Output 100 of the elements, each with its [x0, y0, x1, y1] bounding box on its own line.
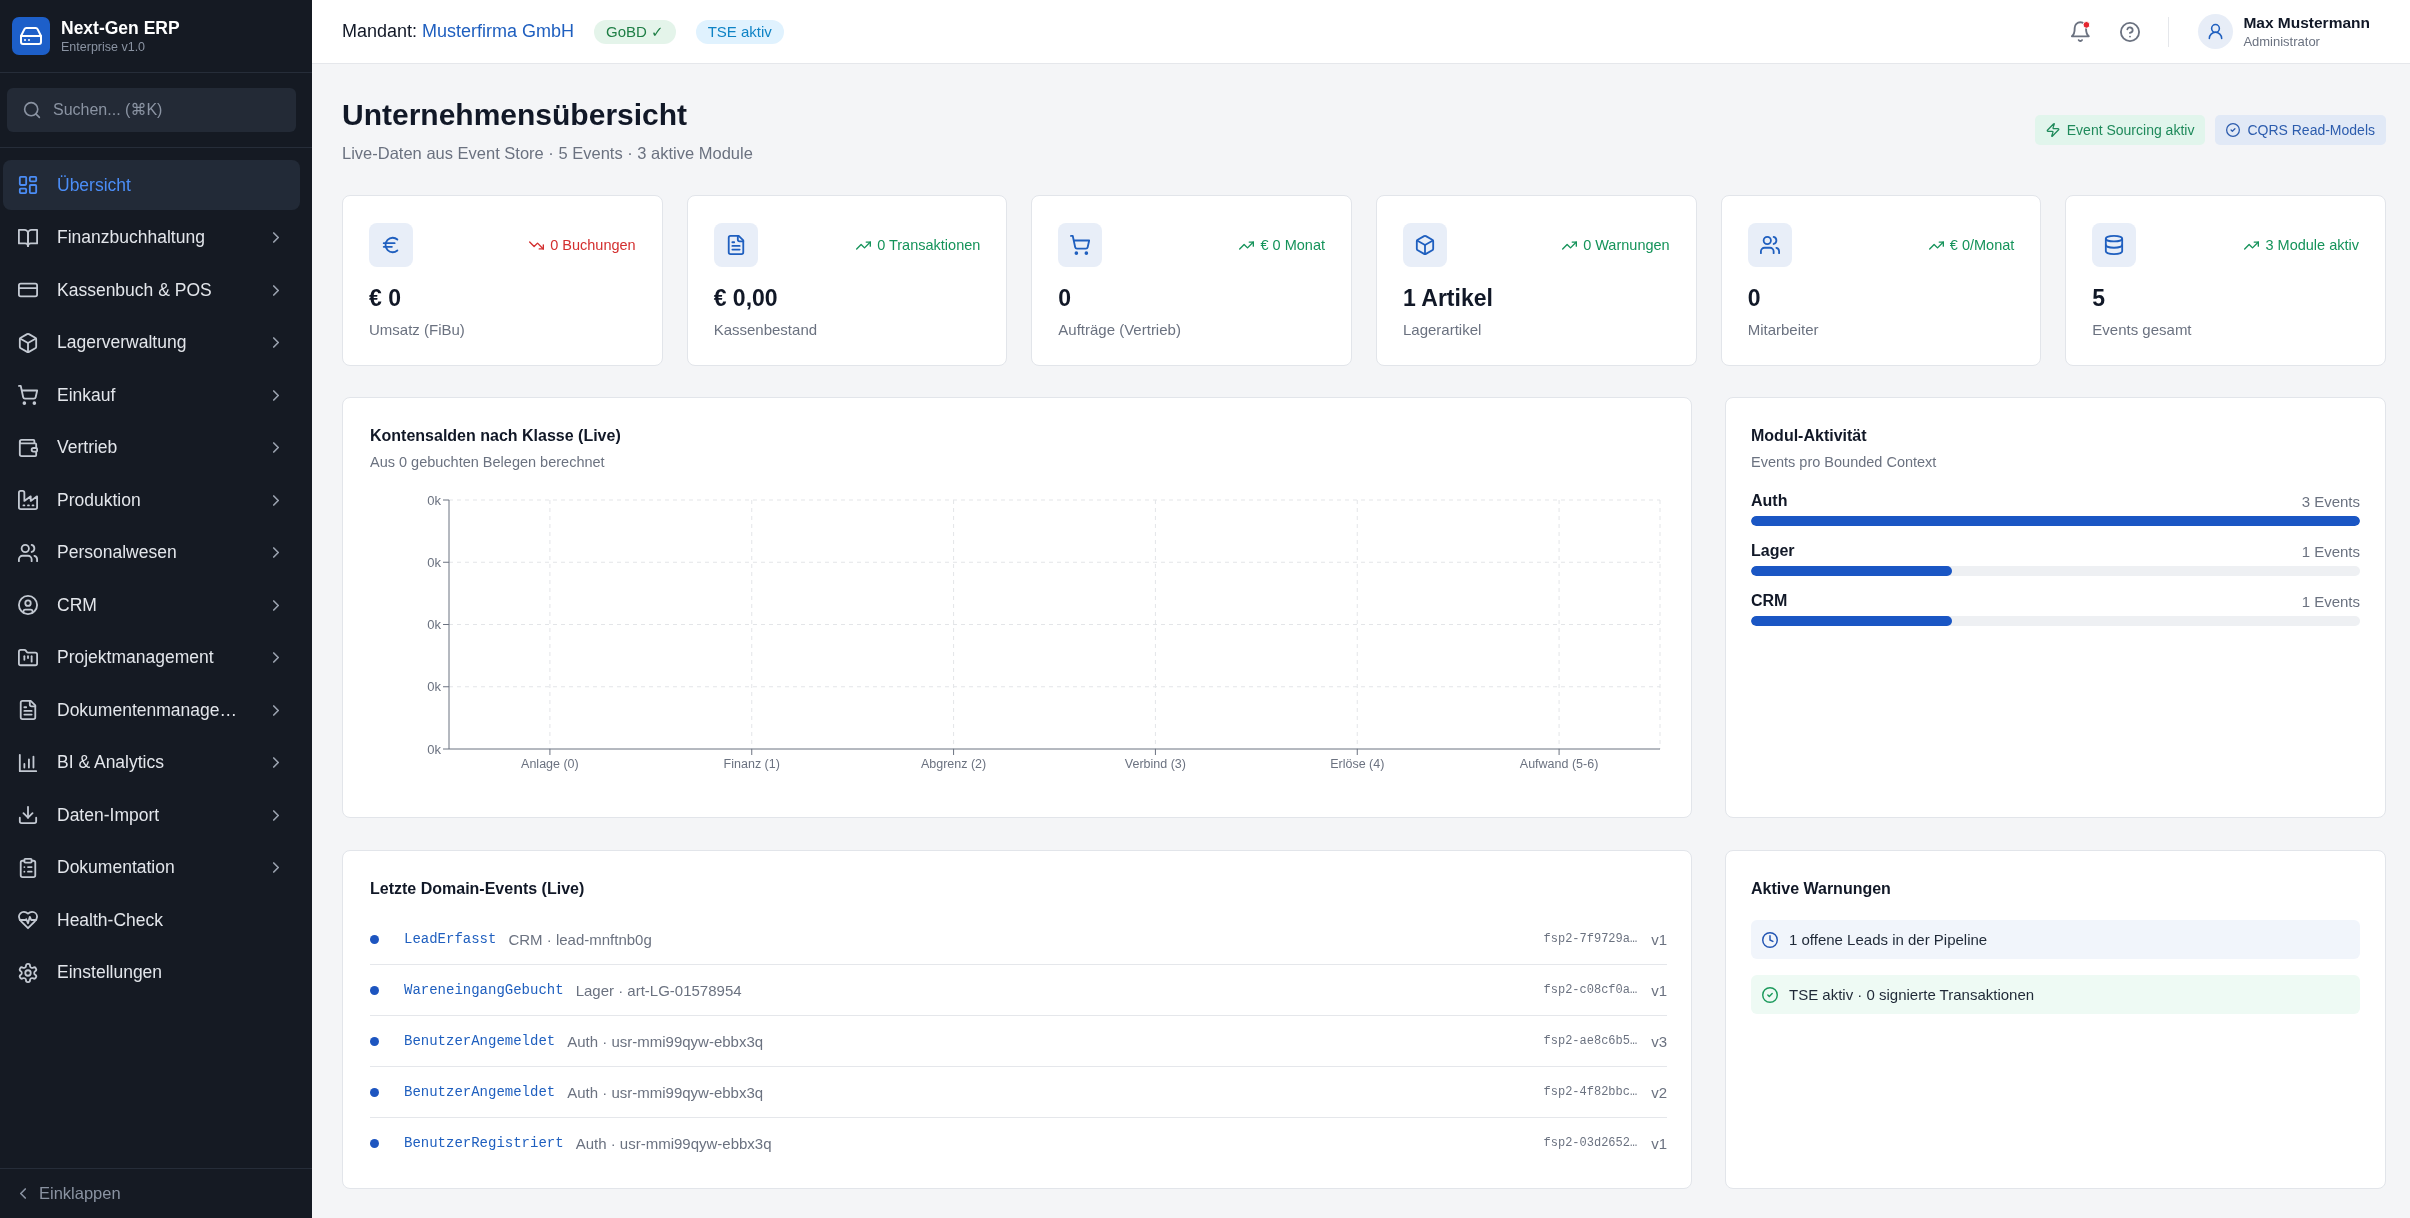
database-icon	[2092, 223, 2137, 267]
nav-item[interactable]: Vertrieb	[3, 422, 300, 473]
document-icon	[713, 223, 758, 267]
status-badge: TSE aktiv	[695, 19, 784, 44]
users-icon	[1747, 223, 1792, 267]
card-subtitle: Events pro Bounded Context	[1751, 453, 1938, 472]
bullet-icon	[370, 1036, 379, 1046]
x-tick-label: Finanz (1)	[723, 757, 780, 771]
nav-item[interactable]: Produktion	[3, 475, 300, 525]
y-tick-label: 0k	[427, 492, 441, 508]
event-version: v1	[1651, 981, 1667, 999]
y-tick-label: 0k	[427, 554, 441, 570]
nav-item[interactable]: Einkauf	[3, 370, 300, 420]
event-version: v1	[1651, 930, 1667, 948]
event-version: v2	[1651, 1083, 1667, 1101]
x-tick-label: Aufwand (5-6)	[1519, 757, 1599, 771]
event-count: 1 Events	[2301, 542, 2360, 560]
event-hash: fsp2-ae8c6b5…	[1543, 1034, 1638, 1048]
event-version: v3	[1651, 1032, 1667, 1050]
brand-name: Next-Gen ERP	[61, 16, 180, 39]
brand-edition: Enterprise v1.0	[61, 38, 147, 56]
stat-value: 0	[1058, 284, 1073, 313]
card-subtitle: Aus 0 gebuchten Belegen berechnet	[370, 453, 606, 472]
nav-item[interactable]: Dokumentenmanage…	[3, 685, 300, 735]
stat-label: Kassenbestand	[713, 320, 819, 340]
event-hash: fsp2-03d2652…	[1543, 1136, 1638, 1150]
clipboard-icon	[18, 857, 38, 878]
event-meta: Auth · usr-mmi99qyw-ebbx3q	[575, 1134, 772, 1152]
cart-icon	[18, 385, 38, 405]
y-tick-label: 0k	[427, 741, 441, 757]
event-count: 1 Events	[2301, 592, 2360, 610]
trend-text: 0 Warnungen	[1583, 237, 1670, 253]
nav-item[interactable]: Finanzbuchhaltung	[3, 212, 300, 263]
chevron-right-icon	[273, 599, 279, 611]
user-role: Administrator	[2243, 33, 2321, 50]
trend-text: 0 Transaktionen	[877, 237, 981, 253]
stat-value: € 0,00	[713, 284, 779, 313]
nav-item[interactable]: Übersicht	[3, 160, 300, 210]
card-title: Modul-Aktivität	[1751, 426, 1868, 446]
nav-item[interactable]: BI & Analytics	[3, 737, 300, 788]
nav-item[interactable]: Personalwesen	[3, 527, 300, 578]
nav-item[interactable]: CRM	[3, 580, 300, 630]
event-hash: fsp2-c08cf0a…	[1543, 983, 1638, 997]
chevron-right-icon	[273, 389, 279, 401]
x-tick-label: Anlage (0)	[521, 757, 579, 771]
nav-item[interactable]: Einstellungen	[3, 947, 300, 998]
nav-item[interactable]: Kassenbuch & POS	[3, 265, 300, 315]
trend-text: € 0 Monat	[1260, 237, 1325, 253]
heart-pulse-icon	[18, 910, 38, 930]
module-name: CRM	[1751, 592, 1788, 610]
collapse-button[interactable]: Einklappen	[20, 1184, 121, 1203]
bar-chart-icon	[18, 752, 38, 773]
event-meta: Lager · art-LG-01578954	[575, 981, 742, 999]
book-icon	[18, 227, 38, 248]
help-icon[interactable]	[2120, 21, 2141, 42]
warning-text: 1 offene Leads in der Pipeline	[1789, 931, 1988, 948]
nav-item[interactable]: Projektmanagement	[3, 632, 300, 683]
bullet-icon	[370, 985, 379, 995]
stat-label: Aufträge (Vertrieb)	[1058, 320, 1182, 340]
y-tick-label: 0k	[427, 679, 441, 695]
stat-value: 0	[1747, 284, 1762, 313]
warning-text: TSE aktiv · 0 signierte Transaktionen	[1789, 986, 2035, 1003]
chevron-right-icon	[273, 337, 279, 348]
module-name: Auth	[1751, 492, 1788, 510]
euro-icon	[369, 223, 413, 267]
chevron-right-icon	[273, 862, 279, 873]
trend-text: 3 Module aktiv	[2265, 237, 2359, 253]
card-title: Letzte Domain-Events (Live)	[370, 879, 586, 899]
module-name: Lager	[1751, 542, 1795, 560]
credit-card-icon	[18, 280, 38, 300]
users-icon	[18, 542, 38, 563]
nav-item[interactable]: Daten-Import	[3, 790, 300, 840]
chevron-right-icon	[273, 704, 279, 716]
chevron-right-icon	[273, 442, 279, 453]
check-circle-icon	[2226, 123, 2241, 137]
trend-text: 0 Buchungen	[550, 237, 636, 253]
bell-icon[interactable]	[2070, 21, 2092, 42]
wallet-icon	[18, 437, 38, 458]
nav-item[interactable]: Health-Check	[3, 895, 300, 945]
x-tick-label: Abgrenz (2)	[920, 757, 987, 771]
tenant-link[interactable]: Musterfirma GmbH	[422, 21, 575, 42]
page-title: Unternehmensübersicht	[342, 97, 689, 133]
chevron-right-icon	[273, 652, 279, 663]
y-tick-label: 0k	[427, 617, 441, 632]
event-meta: Auth · usr-mmi99qyw-ebbx3q	[567, 1032, 764, 1050]
event-meta: CRM · lead-mnftnb0g	[508, 930, 652, 948]
status-text: Event Sourcing aktiv	[2066, 122, 2195, 138]
bullet-icon	[370, 1138, 379, 1148]
user-circle-icon	[18, 595, 38, 615]
factory-icon	[18, 490, 38, 510]
nav-item[interactable]: Dokumentation	[3, 842, 300, 893]
search-field[interactable]: Suchen... (⌘K)	[7, 88, 296, 132]
check-circle-icon	[1762, 986, 1778, 1003]
event-hash: fsp2-4f82bbc…	[1543, 1085, 1638, 1099]
chevron-right-icon	[273, 232, 279, 243]
x-tick-label: Erlöse (4)	[1330, 757, 1385, 771]
nav-item[interactable]: Lagerverwaltung	[3, 317, 300, 368]
box-icon	[18, 332, 38, 353]
chevron-right-icon	[273, 757, 279, 768]
chevron-right-icon	[273, 809, 279, 821]
